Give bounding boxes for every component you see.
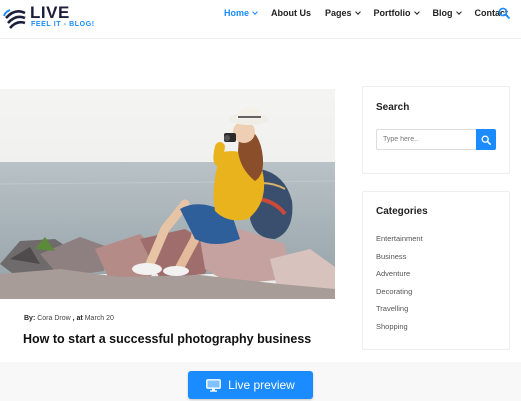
post-meta: By: Cora Drow , at March 20: [24, 315, 114, 322]
category-list: Entertainment Business Adventure Decorat…: [376, 234, 423, 339]
author-prefix: By:: [24, 315, 36, 322]
live-preview-button[interactable]: Live preview: [188, 371, 313, 399]
widget-title: Search: [376, 102, 410, 113]
site-header: LIVE FEEL IT - BLOG! Home About Us Pages…: [0, 0, 521, 39]
post-date: March 20: [84, 315, 114, 322]
nav-item-blog[interactable]: Blog: [432, 8, 462, 18]
category-item-travelling[interactable]: Travelling: [376, 304, 423, 322]
logo-tagline: FEEL IT - BLOG!: [31, 21, 95, 28]
chevron-down-icon: [252, 9, 258, 15]
live-preview-label: Live preview: [228, 378, 295, 392]
post-title[interactable]: How to start a successful photography bu…: [23, 332, 323, 347]
nav-item-home[interactable]: Home: [224, 8, 258, 18]
search-icon[interactable]: [498, 7, 510, 19]
post-featured-image[interactable]: [0, 89, 335, 299]
nav-item-label: Home: [224, 8, 250, 18]
main-nav: Home About Us Pages Portfolio Blog Conta…: [224, 0, 521, 26]
chevron-down-icon: [413, 9, 420, 15]
nav-item-label: Blog: [432, 8, 453, 18]
nav-item-label: Pages: [325, 8, 352, 18]
nav-item-portfolio[interactable]: Portfolio: [373, 8, 420, 18]
logo-mark-icon: [3, 9, 26, 29]
logo-title: LIVE: [30, 3, 70, 22]
nav-item-label: Portfolio: [373, 8, 411, 18]
search-widget: Search: [362, 86, 510, 174]
date-prefix: , at: [72, 315, 83, 322]
category-item-business[interactable]: Business: [376, 252, 423, 270]
category-item-entertainment[interactable]: Entertainment: [376, 234, 423, 252]
category-item-adventure[interactable]: Adventure: [376, 269, 423, 287]
categories-widget: Categories Entertainment Business Advent…: [362, 191, 510, 350]
site-logo[interactable]: LIVE FEEL IT - BLOG!: [3, 4, 98, 30]
search-button[interactable]: [476, 129, 496, 150]
widget-title: Categories: [376, 206, 428, 217]
search-input[interactable]: [376, 129, 476, 150]
photo-illustration: [0, 89, 335, 299]
chevron-down-icon: [455, 9, 462, 15]
post-author[interactable]: Cora Drow: [37, 315, 70, 322]
chevron-down-icon: [354, 9, 361, 15]
category-item-shopping[interactable]: Shopping: [376, 322, 423, 340]
category-item-decorating[interactable]: Decorating: [376, 287, 423, 305]
nav-item-label: About Us: [271, 8, 312, 18]
monitor-icon: [206, 378, 222, 392]
search-icon: [481, 135, 491, 145]
nav-item-about-us[interactable]: About Us: [271, 8, 311, 18]
nav-item-pages[interactable]: Pages: [325, 8, 361, 18]
